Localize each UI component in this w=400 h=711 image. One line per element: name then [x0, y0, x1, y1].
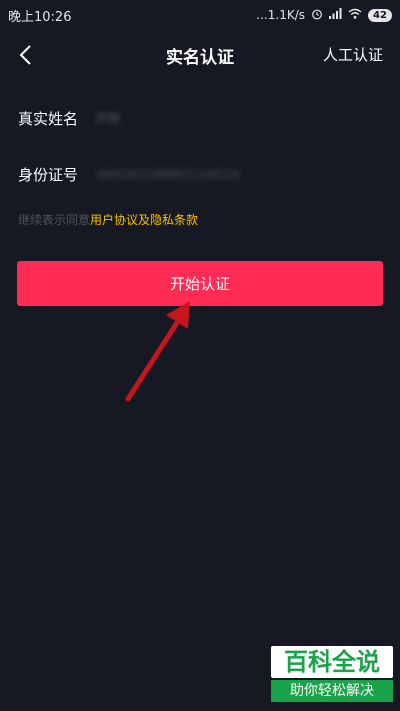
manual-verify-link[interactable]: 人工认证	[323, 44, 383, 65]
status-indicators: ...1.1K/s 42	[256, 8, 392, 23]
signal-icon	[329, 8, 342, 22]
status-bar: 晚上10:26 ...1.1K/s 42	[0, 0, 400, 30]
id-number-input[interactable]: 36010219890312452X	[96, 168, 241, 181]
network-speed: ...1.1K/s	[256, 8, 305, 22]
watermark-title: 百科全说	[271, 646, 393, 678]
annotation-arrow-icon	[125, 301, 190, 402]
start-verification-button[interactable]: 开始认证	[17, 261, 383, 306]
page-title: 实名认证	[166, 47, 234, 68]
id-number-field[interactable]: 身份证号 36010219890312452X	[18, 159, 382, 189]
agreement-link[interactable]: 用户协议及隐私条款	[90, 213, 198, 227]
agreement-prefix: 继续表示同意	[18, 213, 91, 227]
back-chevron-icon	[19, 45, 31, 65]
id-number-label: 身份证号	[18, 165, 79, 184]
watermark-subtitle: 助你轻松解决	[271, 680, 393, 702]
name-label: 真实姓名	[18, 109, 79, 128]
back-button[interactable]	[10, 40, 40, 70]
status-time: 晚上10:26	[8, 9, 72, 25]
top-nav: 实名认证 人工认证	[0, 30, 400, 80]
battery-icon: 42	[368, 8, 392, 22]
name-field[interactable]: 真实姓名 庐翔	[18, 103, 382, 133]
wifi-icon	[348, 8, 362, 22]
alarm-icon	[311, 8, 323, 23]
agreement-text: 继续表示同意用户协议及隐私条款	[18, 211, 198, 228]
watermark-logo: 百科全说 助你轻松解决	[271, 646, 393, 706]
name-input[interactable]: 庐翔	[96, 110, 120, 126]
